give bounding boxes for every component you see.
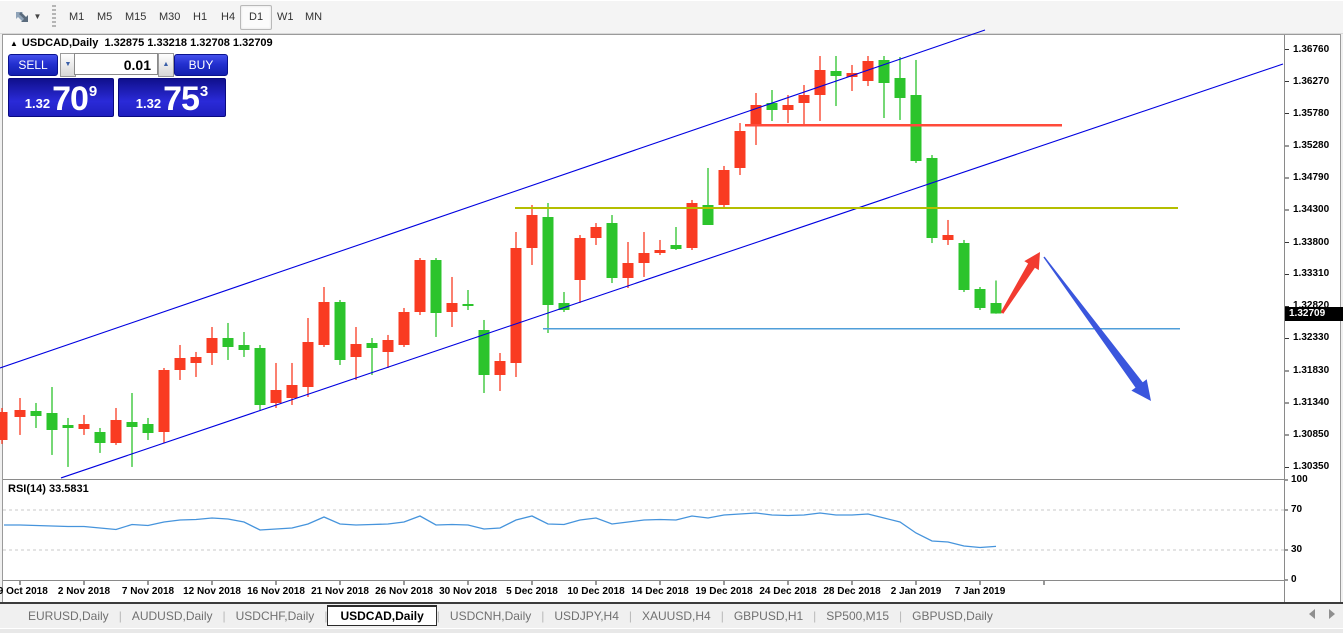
buy-button[interactable]: BUY xyxy=(174,54,228,76)
price-tick-label: 1.33310 xyxy=(1293,268,1329,279)
one-click-trading-panel: SELL ▼ 0.01 ▲ BUY 1.32 70 9 1.32 75 3 xyxy=(8,52,227,118)
date-tick-label: 26 Nov 2018 xyxy=(375,586,433,597)
rsi-tick-label: 30 xyxy=(1291,544,1302,555)
date-tick-label: 21 Nov 2018 xyxy=(311,586,369,597)
chart-ohlc-values: 1.32875 1.33218 1.32708 1.32709 xyxy=(104,37,272,49)
sell-price-display[interactable]: 1.32 70 9 xyxy=(8,78,114,117)
chart-tab-xauusd-h4[interactable]: XAUUSD,H4 xyxy=(632,607,721,625)
chart-tab-eurusd-daily[interactable]: EURUSD,Daily xyxy=(18,607,119,625)
date-tick-label: 19 Dec 2018 xyxy=(695,586,752,597)
sell-price-prefix: 1.32 xyxy=(25,96,50,111)
chart-tab-usdjpy-h4[interactable]: USDJPY,H4 xyxy=(544,607,628,625)
date-tick-label: 16 Nov 2018 xyxy=(247,586,305,597)
rsi-tick-label: 100 xyxy=(1291,474,1308,485)
chart-tab-audusd-daily[interactable]: AUDUSD,Daily xyxy=(122,607,223,625)
price-tick-label: 1.31340 xyxy=(1293,397,1329,408)
buy-price-display[interactable]: 1.32 75 3 xyxy=(118,78,226,117)
time-axis-separator xyxy=(3,580,1284,581)
price-tick-label: 1.31830 xyxy=(1293,365,1329,376)
timeframe-button-mn[interactable]: MN xyxy=(296,5,331,30)
dropdown-caret-icon: ▼ xyxy=(34,12,42,21)
chart-window xyxy=(2,34,1341,603)
price-tick-label: 1.34790 xyxy=(1293,172,1329,183)
date-tick-label: 30 Nov 2018 xyxy=(439,586,497,597)
sell-price-main: 70 xyxy=(52,84,88,114)
date-tick-label: 14 Dec 2018 xyxy=(631,586,688,597)
date-tick-label: 2 Jan 2019 xyxy=(891,586,942,597)
price-tick-label: 1.30350 xyxy=(1293,461,1329,472)
tab-scroll-left-icon[interactable] xyxy=(1309,609,1315,619)
price-tick-label: 1.36270 xyxy=(1293,76,1329,87)
price-tick-label: 1.32330 xyxy=(1293,332,1329,343)
chart-tab-gbpusd-daily[interactable]: GBPUSD,Daily xyxy=(902,607,1003,625)
sell-button[interactable]: SELL xyxy=(8,54,58,76)
tab-scroll-right-icon[interactable] xyxy=(1329,609,1335,619)
chart-tab-usdchf-daily[interactable]: USDCHF,Daily xyxy=(226,607,325,625)
status-strip xyxy=(0,628,1343,633)
top-toolbar: ▼ M1M5M15M30H1H4D1W1MN xyxy=(0,0,1343,34)
toolbar-drag-handle[interactable] xyxy=(52,5,56,28)
date-tick-label: 28 Dec 2018 xyxy=(823,586,880,597)
price-tick-label: 1.33800 xyxy=(1293,237,1329,248)
rsi-tick-label: 70 xyxy=(1291,504,1302,515)
chart-title: ▲ USDCAD,Daily 1.32875 1.33218 1.32708 1.… xyxy=(10,37,273,49)
buy-price-main: 75 xyxy=(163,84,199,114)
buy-price-prefix: 1.32 xyxy=(136,96,161,111)
chart-tools-icon[interactable]: ▼ xyxy=(8,5,46,28)
rsi-indicator-label: RSI(14) 33.5831 xyxy=(8,483,89,495)
lot-increase-button[interactable]: ▲ xyxy=(158,53,174,77)
date-tick-label: 2 Nov 2018 xyxy=(58,586,110,597)
chart-symbol-label: USDCAD,Daily xyxy=(22,37,98,49)
date-tick-label: 5 Dec 2018 xyxy=(506,586,558,597)
date-tick-label: 7 Nov 2018 xyxy=(122,586,174,597)
date-tick-label: 7 Jan 2019 xyxy=(955,586,1006,597)
chart-tab-gbpusd-h1[interactable]: GBPUSD,H1 xyxy=(724,607,813,625)
date-tick-label: 29 Oct 2018 xyxy=(0,586,48,597)
price-tick-label: 1.35280 xyxy=(1293,140,1329,151)
arrows-glyph-icon xyxy=(13,9,31,25)
rsi-tick-label: 0 xyxy=(1291,574,1297,585)
price-tick-label: 1.30850 xyxy=(1293,429,1329,440)
collapse-marker-icon[interactable]: ▲ xyxy=(10,39,18,48)
chart-tab-bar: EURUSD,Daily|AUDUSD,Daily|USDCHF,Daily|U… xyxy=(0,604,1343,628)
price-tick-label: 1.36760 xyxy=(1293,44,1329,55)
date-tick-label: 10 Dec 2018 xyxy=(567,586,624,597)
price-tick-label: 1.35780 xyxy=(1293,108,1329,119)
tab-scroll-buttons xyxy=(1309,609,1335,619)
buy-price-pip: 3 xyxy=(200,83,208,100)
date-tick-label: 12 Nov 2018 xyxy=(183,586,241,597)
chart-tab-usdcnh-daily[interactable]: USDCNH,Daily xyxy=(440,607,541,625)
sell-price-pip: 9 xyxy=(89,83,97,100)
price-tick-label: 1.34300 xyxy=(1293,204,1329,215)
rsi-panel-separator[interactable] xyxy=(3,479,1284,480)
current-price-tag: 1.32709 xyxy=(1285,307,1343,321)
lot-size-input[interactable]: 0.01 xyxy=(74,53,158,75)
chart-tab-sp500-m15[interactable]: SP500,M15 xyxy=(816,607,899,625)
chart-tab-usdcad-daily[interactable]: USDCAD,Daily xyxy=(327,605,436,626)
date-tick-label: 24 Dec 2018 xyxy=(759,586,816,597)
